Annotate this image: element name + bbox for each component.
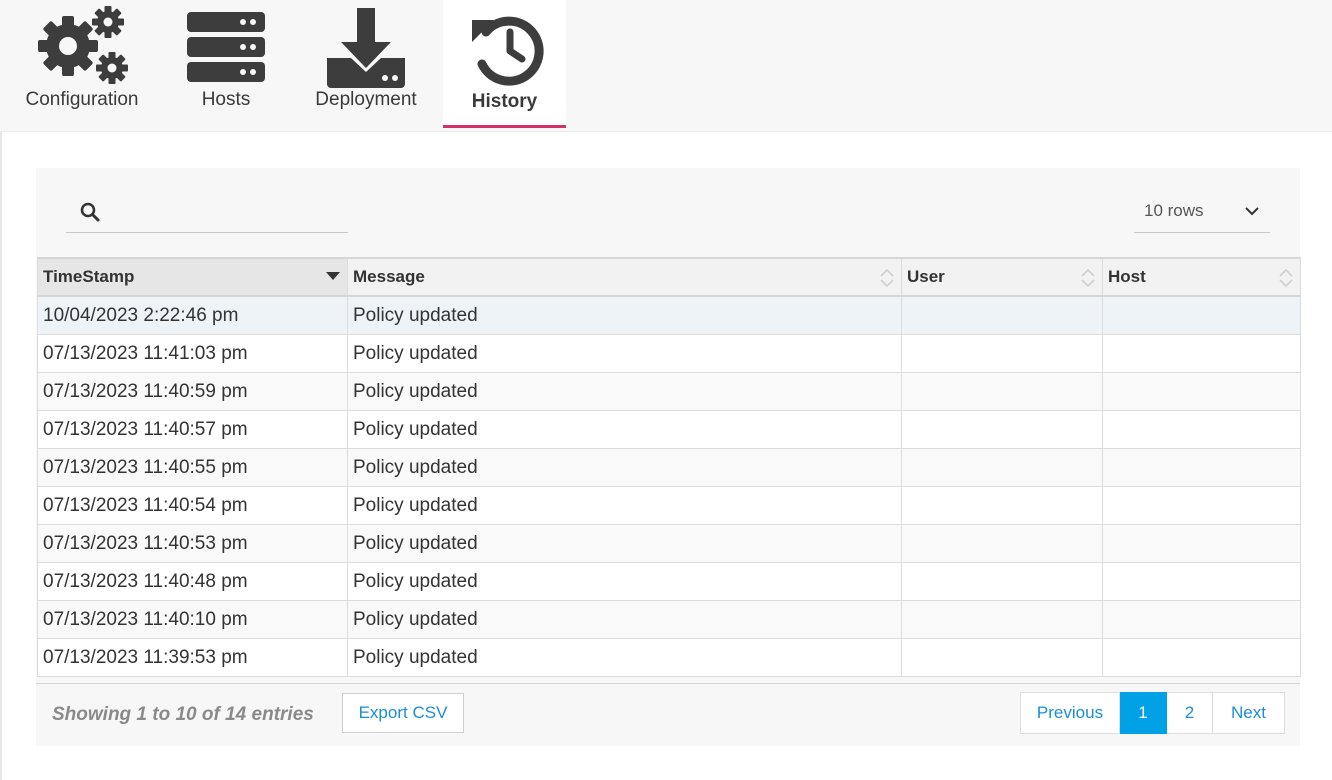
- table-row[interactable]: 10/04/2023 2:22:46 pm Policy updated: [37, 295, 1301, 335]
- tab-configuration-label: Configuration: [25, 89, 139, 110]
- tab-history-label: History: [471, 91, 538, 112]
- pagination-next-button[interactable]: Next: [1213, 692, 1285, 734]
- entries-info: Showing 1 to 10 of 14 entries: [52, 704, 314, 725]
- cell-message: Policy updated: [347, 295, 902, 335]
- cell-message: Policy updated: [347, 410, 902, 449]
- history-icon: [443, 6, 566, 88]
- cell-host: [1102, 638, 1301, 677]
- cell-host: [1102, 372, 1301, 411]
- cell-timestamp: 07/13/2023 11:40:53 pm: [37, 524, 348, 563]
- cell-host: [1102, 562, 1301, 601]
- cell-user: [901, 334, 1103, 373]
- sort-icon: [1080, 267, 1096, 294]
- table-row[interactable]: 07/13/2023 11:40:57 pm Policy updated: [37, 410, 1301, 449]
- export-csv-button[interactable]: Export CSV: [342, 693, 464, 733]
- cell-timestamp: 10/04/2023 2:22:46 pm: [37, 295, 348, 335]
- cell-user: [901, 562, 1103, 601]
- pagination-previous-button[interactable]: Previous: [1020, 692, 1120, 734]
- server-icon: [176, 6, 276, 88]
- cell-timestamp: 07/13/2023 11:39:53 pm: [37, 638, 348, 677]
- cell-message: Policy updated: [347, 562, 902, 601]
- cell-timestamp: 07/13/2023 11:40:54 pm: [37, 486, 348, 525]
- rows-per-page-select[interactable]: 10 rows: [1134, 195, 1270, 233]
- cell-message: Policy updated: [347, 600, 902, 639]
- top-toolbar: Configuration Hosts Deployment History: [0, 0, 1332, 132]
- cell-timestamp: 07/13/2023 11:41:03 pm: [37, 334, 348, 373]
- column-header-host[interactable]: Host: [1102, 257, 1301, 297]
- tab-history[interactable]: History: [443, 0, 566, 128]
- sort-icon: [879, 267, 895, 294]
- column-header-timestamp[interactable]: TimeStamp: [37, 257, 348, 297]
- table-footer-divider: [36, 683, 1300, 684]
- table-header-row: TimeStamp Message User Host: [37, 257, 1301, 297]
- pagination: Previous 1 2 Next: [1020, 692, 1285, 734]
- cell-user: [901, 295, 1103, 335]
- cell-message: Policy updated: [347, 448, 902, 487]
- table-row[interactable]: 07/13/2023 11:39:53 pm Policy updated: [37, 638, 1301, 677]
- pagination-page-2[interactable]: 2: [1167, 692, 1213, 734]
- download-icon: [305, 6, 427, 88]
- rows-per-page-value: 10 rows: [1144, 201, 1204, 220]
- left-border: [0, 131, 2, 780]
- table-row[interactable]: 07/13/2023 11:40:59 pm Policy updated: [37, 372, 1301, 411]
- history-table: TimeStamp Message User Host 10/04/2023 2…: [37, 257, 1301, 677]
- gears-icon: [16, 6, 148, 88]
- cell-host: [1102, 448, 1301, 487]
- cell-timestamp: 07/13/2023 11:40:57 pm: [37, 410, 348, 449]
- cell-user: [901, 372, 1103, 411]
- search-box[interactable]: [66, 195, 348, 233]
- cell-host: [1102, 295, 1301, 335]
- cell-host: [1102, 410, 1301, 449]
- cell-timestamp: 07/13/2023 11:40:55 pm: [37, 448, 348, 487]
- chevron-down-icon: [1244, 204, 1260, 222]
- pagination-page-1[interactable]: 1: [1120, 692, 1167, 734]
- table-row[interactable]: 07/13/2023 11:40:54 pm Policy updated: [37, 486, 1301, 525]
- cell-timestamp: 07/13/2023 11:40:10 pm: [37, 600, 348, 639]
- tab-hosts-label: Hosts: [201, 89, 251, 110]
- tab-deployment-label: Deployment: [315, 89, 417, 110]
- cell-host: [1102, 334, 1301, 373]
- cell-host: [1102, 486, 1301, 525]
- column-header-message[interactable]: Message: [347, 257, 902, 297]
- cell-user: [901, 524, 1103, 563]
- cell-message: Policy updated: [347, 334, 902, 373]
- cell-message: Policy updated: [347, 486, 902, 525]
- cell-message: Policy updated: [347, 524, 902, 563]
- search-input[interactable]: [110, 199, 344, 229]
- cell-user: [901, 600, 1103, 639]
- sort-desc-icon: [325, 267, 341, 288]
- table-row[interactable]: 07/13/2023 11:41:03 pm Policy updated: [37, 334, 1301, 373]
- cell-user: [901, 638, 1103, 677]
- history-panel: 10 rows TimeStamp Message User Host 10/0…: [36, 168, 1301, 746]
- cell-user: [901, 448, 1103, 487]
- table-row[interactable]: 07/13/2023 11:40:48 pm Policy updated: [37, 562, 1301, 601]
- cell-host: [1102, 600, 1301, 639]
- cell-user: [901, 486, 1103, 525]
- cell-message: Policy updated: [347, 372, 902, 411]
- cell-host: [1102, 524, 1301, 563]
- sort-icon: [1278, 267, 1294, 294]
- tab-configuration[interactable]: Configuration: [16, 0, 148, 128]
- cell-user: [901, 410, 1103, 449]
- cell-timestamp: 07/13/2023 11:40:48 pm: [37, 562, 348, 601]
- search-icon: [80, 202, 100, 227]
- table-row[interactable]: 07/13/2023 11:40:55 pm Policy updated: [37, 448, 1301, 487]
- tab-deployment[interactable]: Deployment: [305, 0, 427, 128]
- tab-hosts[interactable]: Hosts: [176, 0, 276, 128]
- cell-timestamp: 07/13/2023 11:40:59 pm: [37, 372, 348, 411]
- column-header-user[interactable]: User: [901, 257, 1103, 297]
- cell-message: Policy updated: [347, 638, 902, 677]
- table-row[interactable]: 07/13/2023 11:40:53 pm Policy updated: [37, 524, 1301, 563]
- table-row[interactable]: 07/13/2023 11:40:10 pm Policy updated: [37, 600, 1301, 639]
